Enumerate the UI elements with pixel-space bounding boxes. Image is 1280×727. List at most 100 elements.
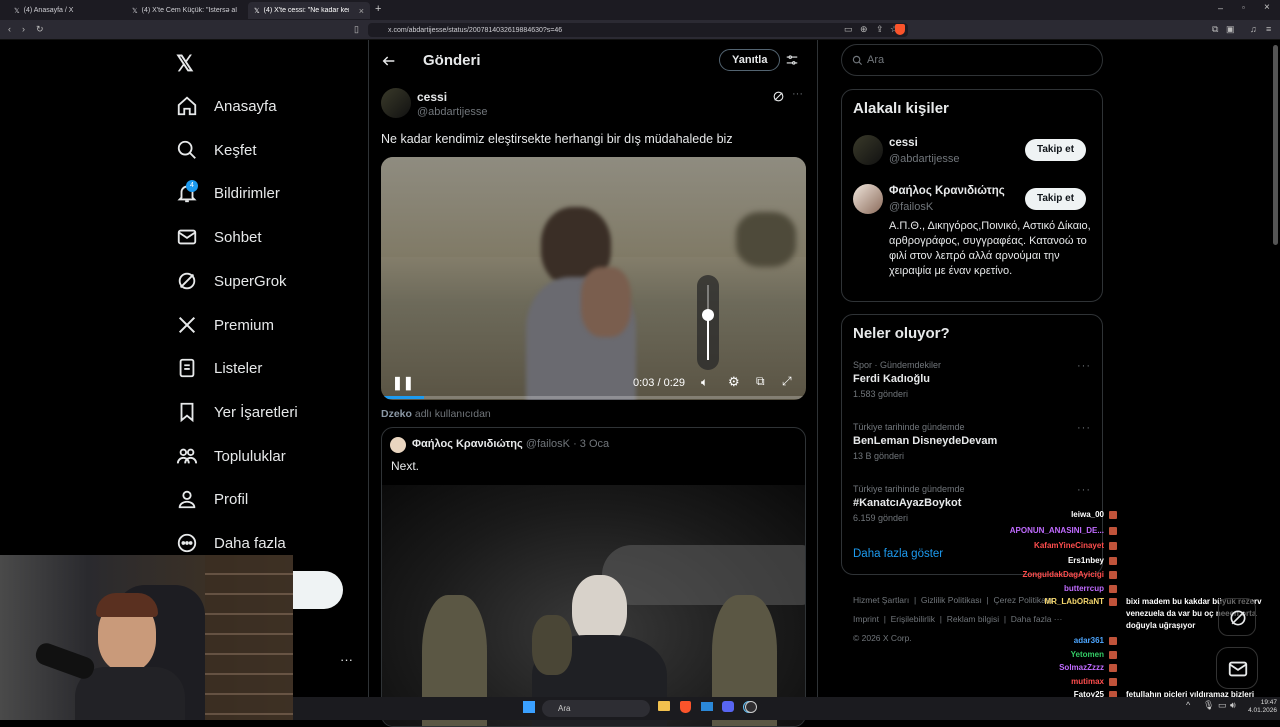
chat-badge-icon xyxy=(1109,585,1117,593)
browser-tab-current[interactable]: 𝕏 (4) X'te cessi: "Ne kadar kendi" × xyxy=(248,2,370,19)
account-more-icon[interactable]: ··· xyxy=(340,652,353,667)
windows-start-icon[interactable] xyxy=(523,701,535,713)
avatar[interactable] xyxy=(853,184,883,214)
attribution-user[interactable]: Dzeko xyxy=(381,408,412,420)
messages-floating-button[interactable] xyxy=(1216,647,1258,689)
nav-label: Topluluklar xyxy=(214,447,286,465)
avatar[interactable] xyxy=(853,135,883,165)
profile-icon xyxy=(178,490,196,509)
follow-button[interactable]: Takip et xyxy=(1025,188,1087,210)
grok-icon[interactable] xyxy=(772,90,785,103)
volume-knob[interactable] xyxy=(702,309,714,321)
mic-icon[interactable]: 🎙︎ xyxy=(1203,700,1214,711)
settings-icon[interactable]: ⚙︎ xyxy=(728,374,740,390)
nav-profile[interactable]: Profil xyxy=(176,484,248,514)
folder-icon[interactable] xyxy=(658,701,670,711)
nav-communities[interactable]: Topluluklar xyxy=(176,441,286,471)
trend-item[interactable]: Türkiye tarihinde gündemde #KanatcıAyazB… xyxy=(853,484,1093,523)
footer-link[interactable]: Hizmet Şartları xyxy=(853,595,909,605)
nav-more[interactable]: Daha fazla xyxy=(176,528,286,558)
wallet-icon[interactable]: ▣ xyxy=(1226,24,1235,35)
back-icon[interactable]: ‹ xyxy=(8,24,11,34)
tray-chevron-icon[interactable]: ^ xyxy=(1186,700,1190,710)
url-field[interactable]: x.com/abdartijesse/status/20078140326198… xyxy=(368,23,908,37)
search-box[interactable]: Ara xyxy=(841,44,1103,76)
music-icon[interactable]: ♫ xyxy=(1250,24,1257,34)
quote-author-name: Φαήλος Κρανιδιώτης xyxy=(412,438,523,450)
bookmark-icon[interactable]: ▯ xyxy=(354,24,359,35)
pause-icon[interactable]: ❚❚ xyxy=(392,375,414,391)
more-options-icon[interactable]: ··· xyxy=(1077,484,1091,496)
chat-badge-icon xyxy=(1109,598,1117,606)
follow-button[interactable]: Takip et xyxy=(1025,139,1087,161)
network-icon[interactable]: ▭ xyxy=(1218,700,1227,711)
volume-tray-icon[interactable]: 🔊︎ xyxy=(1230,700,1236,711)
browser-tab-home[interactable]: 𝕏 (4) Anasayfa / X xyxy=(8,2,123,19)
nav-chat[interactable]: Sohbet xyxy=(176,222,262,252)
avatar[interactable] xyxy=(381,88,411,118)
scrollbar[interactable] xyxy=(1273,45,1278,245)
browser-tab-cem[interactable]: 𝕏 (4) X'te Cem Küçük: "İstersə alın. İra… xyxy=(126,2,244,19)
cast-icon[interactable]: ▭ xyxy=(844,24,853,35)
person-name[interactable]: cessi xyxy=(889,137,918,149)
show-more-link[interactable]: Daha fazla göster xyxy=(853,548,943,560)
clock[interactable]: 19:47 4.01.2026 xyxy=(1243,699,1277,715)
nav-home[interactable]: Anasayfa xyxy=(176,91,277,121)
more-options-icon[interactable]: ··· xyxy=(792,88,803,100)
footer-link[interactable]: Daha fazla ··· xyxy=(1011,614,1063,624)
grok-floating-button[interactable] xyxy=(1218,598,1256,636)
zoom-icon[interactable]: ⊕ xyxy=(860,24,868,35)
footer-link[interactable]: Reklam bilgisi xyxy=(947,614,999,624)
chat-badge-icon xyxy=(1109,651,1117,659)
volume-slider[interactable] xyxy=(697,275,719,370)
quoted-tweet[interactable]: Φαήλος Κρανιδιώτης @failosK · 3 Oca Next… xyxy=(381,427,806,727)
reload-icon[interactable]: ↻ xyxy=(36,24,44,35)
nav-notifications[interactable]: 4 Bildirimler xyxy=(176,178,280,208)
trend-item[interactable]: Spor · Gündemdekiler Ferdi Kadıoğlu 1.58… xyxy=(853,360,1093,399)
footer-link[interactable]: Erişilebilirlik xyxy=(891,614,935,624)
brave-shield-icon[interactable] xyxy=(895,24,905,35)
soldier-mid xyxy=(532,615,572,675)
menu-icon[interactable]: ≡ xyxy=(1266,24,1271,34)
plane-silhouette xyxy=(602,545,805,605)
minimize-icon[interactable]: – xyxy=(1218,3,1223,13)
nav-premium[interactable]: Premium xyxy=(176,310,274,340)
author-handle[interactable]: @abdartijesse xyxy=(417,106,487,118)
filter-icon[interactable] xyxy=(785,53,799,67)
nav-lists[interactable]: Listeler xyxy=(176,353,262,383)
fullscreen-icon[interactable]: ⤢ xyxy=(782,374,792,389)
main-column: Gönderi Yanıtla cessi @abdartijesse ··· … xyxy=(368,40,818,727)
nav-bookmarks[interactable]: Yer İşaretleri xyxy=(176,397,298,427)
volume-icon[interactable]: 🔈︎ xyxy=(701,375,708,390)
new-tab-icon[interactable]: + xyxy=(375,3,381,15)
reply-button[interactable]: Yanıtla xyxy=(719,49,781,71)
nav-label: Premium xyxy=(214,316,275,334)
mail-app-icon[interactable] xyxy=(701,702,713,711)
more-options-icon[interactable]: ··· xyxy=(1077,422,1091,434)
maximize-icon[interactable]: ▫ xyxy=(1242,3,1245,12)
discord-icon[interactable] xyxy=(722,701,734,712)
obs-icon[interactable] xyxy=(745,701,757,713)
author-name[interactable]: cessi xyxy=(417,90,447,104)
close-window-icon[interactable]: × xyxy=(1264,2,1270,13)
extensions-icon[interactable]: ⧉ xyxy=(1212,24,1218,35)
footer-link[interactable]: Gizlilik Politikası xyxy=(921,595,982,605)
bookshelf xyxy=(205,555,293,720)
nav-explore[interactable]: Keşfet xyxy=(176,135,257,165)
back-arrow-icon[interactable] xyxy=(381,53,397,69)
tab-close-icon[interactable]: × xyxy=(359,6,364,16)
chat-badge-icon xyxy=(1109,664,1117,672)
x-logo[interactable]: 𝕏 xyxy=(176,51,194,77)
trend-item[interactable]: Türkiye tarihinde gündemde BenLeman Disn… xyxy=(853,422,1093,461)
more-options-icon[interactable]: ··· xyxy=(1077,360,1091,372)
video-progress-track[interactable] xyxy=(381,396,806,399)
video-player[interactable]: ❚❚ 0:03 / 0:29 🔈︎ ⚙︎ ⧉ ⤢ xyxy=(381,157,806,400)
pip-icon[interactable]: ⧉ xyxy=(756,374,765,389)
forward-icon[interactable]: › xyxy=(22,24,25,34)
nav-supergrok[interactable]: SuperGrok xyxy=(176,266,287,296)
footer-link[interactable]: Imprint xyxy=(853,614,879,624)
share-icon[interactable]: ⇪ xyxy=(876,24,884,35)
person-name[interactable]: Φαήλος Κρανιδιώτης xyxy=(889,185,1005,197)
brave-icon[interactable] xyxy=(680,701,691,713)
taskbar-search[interactable]: Ara xyxy=(542,700,650,717)
